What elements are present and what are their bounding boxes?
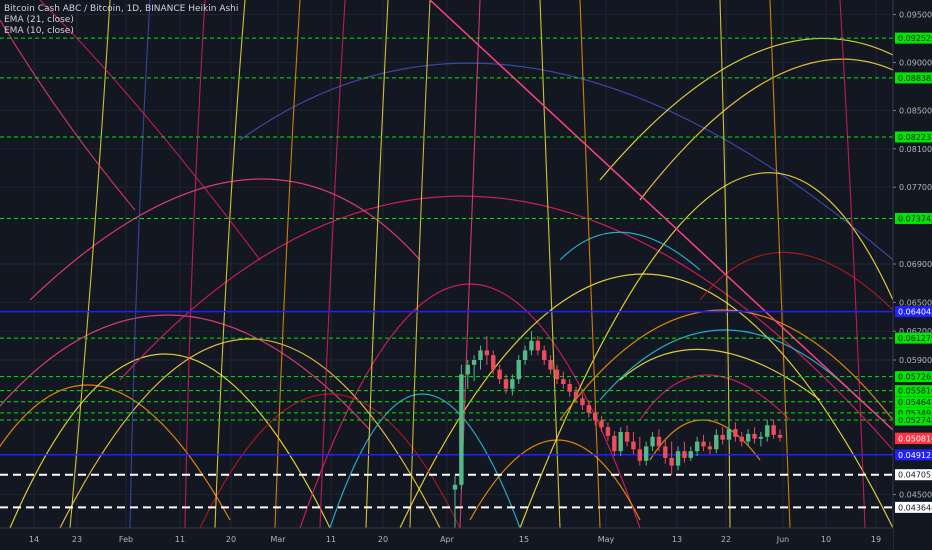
price-chart[interactable]: 0.095000 0.090000 0.085000 0.081000 0.077000… [0,0,932,550]
chart-background [0,0,932,550]
candle-body [650,436,655,447]
time-tick-label: May [598,535,615,544]
candle-body [771,425,776,435]
legend-ema-21[interactable]: EMA (21, close) [4,15,238,26]
candle-body [701,441,706,447]
price-level-badge: 0.088385 [898,74,932,83]
candle-body [726,429,732,440]
candle-body [471,360,477,365]
candle-body [733,429,738,437]
time-tick-label: 20 [226,535,236,544]
candle-body [592,412,598,421]
candle-body [452,484,458,490]
time-tick-label: 11 [175,535,185,544]
price-level-badge: 0.049125 [898,451,932,460]
price-level-badge: 0.057265 [898,373,932,382]
current-price-badge: 0.050816 [898,435,932,444]
candle-body [516,360,521,380]
price-level-badge: 0.064043 [898,308,932,317]
candle-body [586,405,592,413]
candle-body [663,446,668,458]
candle-body [548,360,553,370]
price-level-badge: 0.055810 [898,387,932,396]
candle-body [465,364,470,375]
time-tick-label: Feb [119,535,133,544]
candle-body [554,369,560,380]
candle-body [573,391,579,399]
candle-body [542,350,547,360]
candle-body [484,350,490,356]
candle-body [637,449,643,461]
time-tick-label: 10 [821,535,831,544]
price-level-badge: 0.043648 [898,503,932,512]
price-tick-label: 0.090000 [899,58,932,67]
price-tick-label: 0.045000 [899,490,932,499]
price-level-badge: 0.047052 [898,471,932,480]
candle-body [535,340,541,351]
candle-body [688,451,693,458]
legend-ema-10[interactable]: EMA (10, close) [4,26,238,37]
price-tick-label: 0.059000 [899,356,932,365]
time-tick-label: 15 [519,535,529,544]
candle-body [765,425,770,437]
time-tick-label: Jun [776,535,790,544]
candle-body [497,369,502,380]
chart-legend: Bitcoin Cash ABC / Bitcoin, 1D, BINANCE … [4,4,238,37]
time-tick-label: 20 [378,535,388,544]
candle-body [631,441,636,450]
price-level-badge: 0.054647 [898,398,932,407]
time-tick-label: 23 [72,535,82,544]
time-tick-label: 22 [721,535,731,544]
time-tick-label: Mar [270,535,286,544]
time-tick-label: Apr [440,535,455,544]
price-tick-label: 0.065000 [899,298,932,307]
candle-body [605,427,611,436]
candle-body [599,420,604,428]
price-level-badge: 0.061279 [898,334,932,343]
candle-body [682,451,687,458]
price-tick-label: 0.095000 [899,10,932,19]
candle-body [752,433,757,439]
candle-body [739,436,744,442]
price-level-badge: 0.052748 [898,416,932,425]
candle-body [503,379,509,389]
candle-body [561,379,566,384]
time-tick-label: 19 [871,535,881,544]
price-level-badge: 0.073743 [898,214,932,223]
candle-body [777,434,783,438]
candle-body [694,441,700,452]
price-level-badge: 0.092529 [898,34,932,43]
candle-body [643,446,649,461]
candle-body [675,451,681,466]
candle-body [624,432,630,442]
candle-body [707,446,713,450]
price-tick-label: 0.081000 [899,145,932,154]
candle-body [522,350,528,360]
price-level-badge: 0.082231 [898,133,932,142]
candle-body [669,457,674,466]
candle-body [758,436,764,439]
time-tick-label: 11 [326,535,336,544]
candle-body [612,435,617,452]
price-tick-label: 0.069000 [899,260,932,269]
candle-body [491,355,496,370]
candle-body [478,350,483,360]
candle-body [567,384,572,392]
candle-body [580,398,585,406]
candle-body [745,433,751,442]
candle-body [459,374,464,485]
price-tick-label: 0.085000 [899,106,932,115]
candle-body [529,340,534,351]
candle-body [656,436,662,447]
candle-body [510,379,515,389]
time-tick-label: 14 [29,535,39,544]
candle-body [714,434,719,450]
time-tick-label: 13 [672,535,682,544]
price-tick-label: 0.077000 [899,183,932,192]
candle-body [720,434,725,440]
candle-body [618,432,623,452]
legend-title: Bitcoin Cash ABC / Bitcoin, 1D, BINANCE … [4,4,239,14]
